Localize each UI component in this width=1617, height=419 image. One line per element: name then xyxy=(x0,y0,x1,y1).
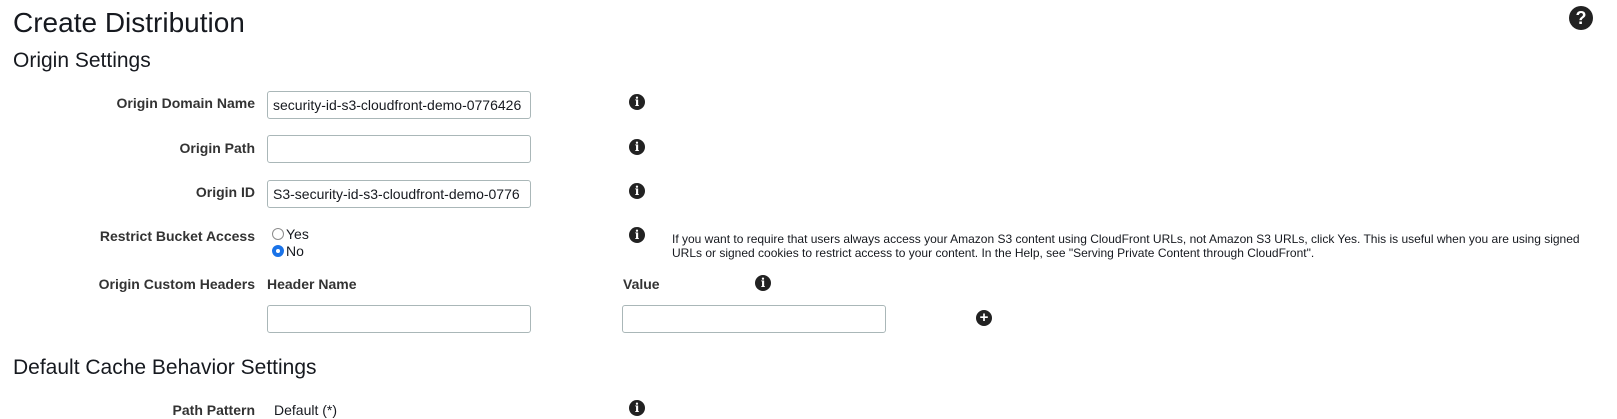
restrict-access-no-option[interactable]: No xyxy=(272,243,304,259)
header-name-column-label: Header Name xyxy=(267,276,357,292)
info-circle-icon[interactable]: i xyxy=(629,94,645,110)
origin-path-label: Origin Path xyxy=(179,140,255,156)
info-circle-icon[interactable]: i xyxy=(629,183,645,199)
restrict-access-yes-option[interactable]: Yes xyxy=(272,226,309,242)
radio-no-label: No xyxy=(286,243,304,259)
radio-no[interactable] xyxy=(272,245,284,257)
origin-id-label: Origin ID xyxy=(195,184,255,200)
value-column-label: Value xyxy=(623,276,660,292)
origin-settings-heading: Origin Settings xyxy=(13,49,151,72)
origin-id-input[interactable] xyxy=(267,180,531,208)
plus-circle-icon[interactable]: + xyxy=(976,310,992,326)
header-value-input[interactable] xyxy=(622,305,886,333)
page-title: Create Distribution xyxy=(13,7,245,38)
origin-domain-name-input[interactable] xyxy=(267,91,531,119)
radio-yes[interactable] xyxy=(272,228,284,240)
origin-path-input[interactable] xyxy=(267,135,531,163)
cache-behavior-heading: Default Cache Behavior Settings xyxy=(13,356,317,379)
info-circle-icon[interactable]: i xyxy=(629,227,645,243)
path-pattern-label: Path Pattern xyxy=(172,402,255,418)
origin-custom-headers-label: Origin Custom Headers xyxy=(98,276,255,292)
header-name-input[interactable] xyxy=(267,305,531,333)
info-circle-icon[interactable]: i xyxy=(629,139,645,155)
restrict-bucket-access-label: Restrict Bucket Access xyxy=(99,228,255,244)
info-circle-icon[interactable]: i xyxy=(755,275,771,291)
origin-domain-name-label: Origin Domain Name xyxy=(116,95,255,111)
path-pattern-value: Default (*) xyxy=(274,402,338,418)
question-circle-icon[interactable]: ? xyxy=(1569,6,1593,30)
radio-yes-label: Yes xyxy=(286,226,309,242)
restrict-access-help-text: If you want to require that users always… xyxy=(672,232,1580,260)
info-circle-icon[interactable]: i xyxy=(629,400,645,416)
